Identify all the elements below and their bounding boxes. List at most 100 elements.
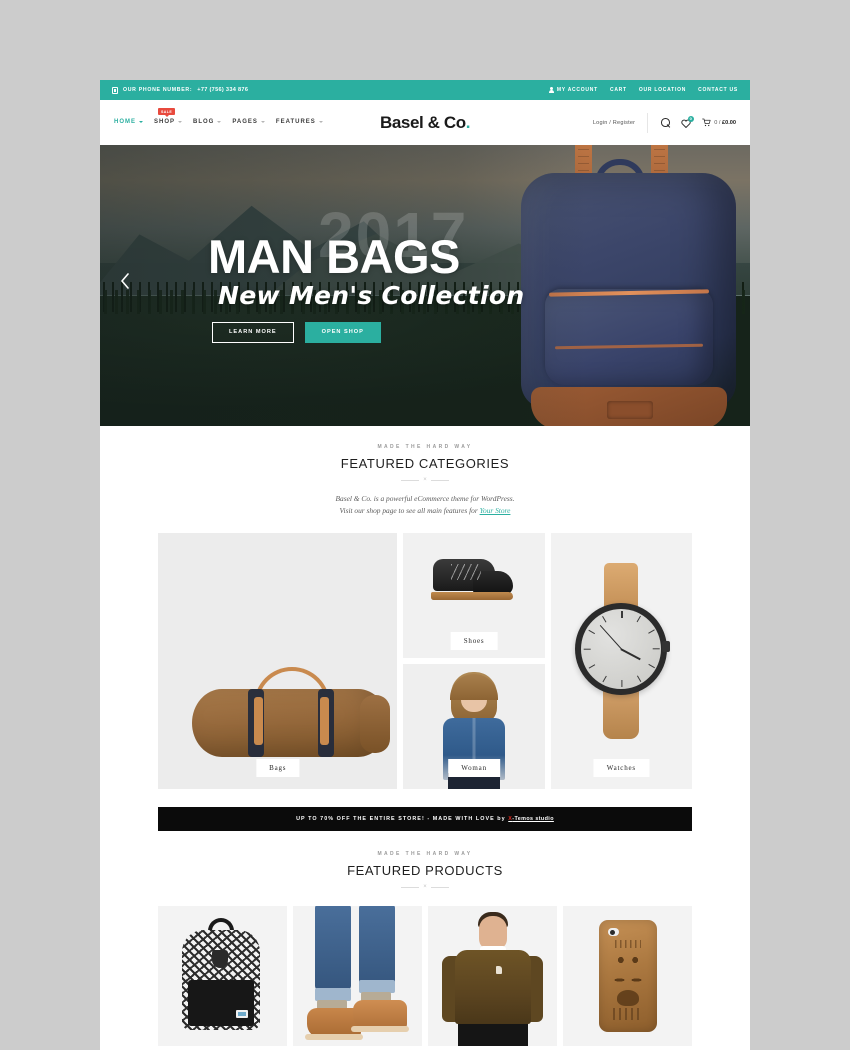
chevron-down-icon — [139, 121, 143, 123]
phone-label: OUR PHONE NUMBER: — [123, 87, 193, 93]
featured-products-section: MADE THE HARD WAY FEATURED PRODUCTS × — [100, 831, 750, 1047]
your-store-link[interactable]: Your Store — [480, 506, 511, 515]
chevron-down-icon — [217, 121, 222, 123]
category-card-bags[interactable]: Bags — [158, 533, 398, 790]
open-shop-button[interactable]: OPEN SHOP — [304, 322, 381, 343]
watch-tick — [621, 611, 623, 619]
promo-by-text: by — [497, 816, 509, 823]
wishlist-button[interactable]: 0 — [681, 116, 694, 128]
cart-summary: 0 / £0.00 — [714, 120, 736, 126]
hero-content: 2017 MAN BAGS New Men's Collection LEARN… — [100, 145, 750, 426]
categories-description: Basel & Co. is a powerful eCommerce them… — [100, 493, 750, 517]
nav-item-features[interactable]: FEATURES — [276, 119, 323, 126]
wristwatch-image — [575, 563, 671, 740]
watch-tick — [602, 616, 608, 623]
duffel-strap-b — [320, 697, 329, 746]
cart-icon — [702, 118, 711, 127]
top-link-contact-us[interactable]: CONTACT US — [698, 87, 738, 93]
engraving-birds — [609, 950, 646, 971]
top-bar-links: MY ACCOUNT CART OUR LOCATION CONTACT US — [548, 87, 738, 94]
category-label-bags: Bags — [256, 759, 300, 778]
product-card-phone-case[interactable] — [563, 906, 692, 1047]
category-label-watches: Watches — [593, 759, 649, 778]
products-divider: × — [100, 884, 750, 890]
slider-prev-arrow-icon[interactable] — [120, 273, 130, 289]
promo-main-text: UP TO 70% OFF THE ENTIRE STORE! - MADE W… — [296, 816, 498, 823]
cart-button[interactable]: 0 / £0.00 — [702, 118, 736, 127]
nav-item-features-label: FEATURES — [275, 119, 316, 125]
duffel-bag-image — [192, 667, 390, 758]
cart-total-amount: £0.00 — [722, 119, 736, 126]
phone-number[interactable]: +77 (756) 334 876 — [197, 87, 248, 93]
backpack-front-pocket — [188, 980, 254, 1027]
watch-tick — [648, 664, 656, 670]
promo-banner[interactable]: UP TO 70% OFF THE ENTIRE STORE! - MADE W… — [158, 807, 692, 832]
featured-categories-section: MADE THE HARD WAY FEATURED CATEGORIES × … — [100, 426, 750, 790]
watch-tick — [648, 629, 656, 635]
chevron-down-icon — [178, 121, 183, 123]
nav-item-blog-label: BLOG — [193, 119, 215, 125]
top-link-my-account[interactable]: MY ACCOUNT — [548, 87, 598, 94]
cart-item-count: 0 / — [714, 119, 722, 126]
watch-tick — [636, 616, 642, 623]
chevron-down-icon — [318, 121, 323, 123]
black-shoe-image — [429, 559, 514, 605]
top-link-our-location[interactable]: OUR LOCATION — [639, 87, 686, 93]
chevron-down-icon — [260, 121, 265, 123]
model-head — [478, 916, 507, 951]
categories-description-line2-prefix: Visit our shop page to see all main feat… — [339, 506, 480, 516]
search-button[interactable] — [661, 118, 670, 127]
duffel-end-cap — [360, 695, 390, 754]
top-bar: OUR PHONE NUMBER: +77 (756) 334 876 MY A… — [100, 80, 750, 100]
promo-banner-text: UP TO 70% OFF THE ENTIRE STORE! - MADE W… — [296, 816, 554, 822]
main-navigation: HOME SALE SHOP BLOG PAGES FEATURES — [114, 108, 323, 126]
shoe-laces — [451, 564, 482, 581]
category-card-watches[interactable]: Watches — [550, 533, 692, 790]
nav-item-pages[interactable]: PAGES — [232, 119, 265, 126]
product-card-backpack[interactable] — [158, 906, 287, 1047]
brown-sweater-body — [454, 950, 531, 1025]
learn-more-button[interactable]: LEARN MORE — [212, 322, 294, 343]
wooden-phone-case-body — [598, 920, 657, 1033]
top-link-cart[interactable]: CART — [610, 87, 627, 93]
nav-item-shop-label: SHOP — [154, 119, 176, 125]
product-card-boots[interactable] — [293, 906, 422, 1047]
boot-sole-right — [351, 1026, 409, 1033]
top-link-my-account-label: MY ACCOUNT — [556, 87, 598, 93]
divider-line-left — [401, 886, 420, 888]
site-header: HOME SALE SHOP BLOG PAGES FEATURES Basel… — [100, 100, 750, 145]
login-register-link[interactable]: Login / Register — [593, 112, 649, 133]
nav-item-shop[interactable]: SALE SHOP — [154, 108, 183, 126]
nav-item-home[interactable]: HOME — [114, 119, 143, 126]
duffel-strap-a — [254, 697, 263, 746]
search-icon — [661, 118, 670, 127]
engraving-top — [614, 940, 641, 949]
sale-badge: SALE — [158, 108, 176, 118]
category-card-shoes[interactable]: Shoes — [403, 533, 545, 659]
category-card-woman[interactable]: Woman — [403, 664, 545, 790]
promo-studio-link[interactable]: X-Temos studio — [508, 816, 554, 822]
categories-description-line1: Basel & Co. is a powerful eCommerce them… — [335, 494, 515, 503]
divider-x-icon: × — [423, 477, 427, 483]
nav-item-blog[interactable]: BLOG — [193, 119, 222, 126]
divider-x-icon: × — [423, 884, 427, 891]
user-icon — [548, 87, 554, 94]
backpack-brand-tag — [236, 1010, 248, 1019]
site-logo[interactable]: Basel & Co. — [380, 112, 471, 133]
divider-line-right — [430, 886, 449, 888]
divider-line-right — [430, 479, 449, 481]
engraving-bottom — [612, 1008, 643, 1021]
hero-buttons: LEARN MORE OPEN SHOP — [212, 322, 381, 343]
categories-eyebrow: MADE THE HARD WAY — [377, 444, 473, 450]
watch-tick — [636, 675, 642, 683]
hero-slider[interactable]: 2017 MAN BAGS New Men's Collection LEARN… — [100, 145, 750, 426]
product-card-sweater[interactable] — [428, 906, 557, 1047]
watch-crown — [662, 641, 671, 653]
categories-divider: × — [100, 477, 750, 483]
site-logo-dot: . — [465, 112, 471, 132]
jeans-leg-right — [359, 906, 395, 991]
products-eyebrow: MADE THE HARD WAY — [377, 851, 473, 858]
engraving-center — [616, 990, 639, 1007]
duffel-body — [192, 689, 388, 758]
camera-cutout — [607, 928, 619, 937]
